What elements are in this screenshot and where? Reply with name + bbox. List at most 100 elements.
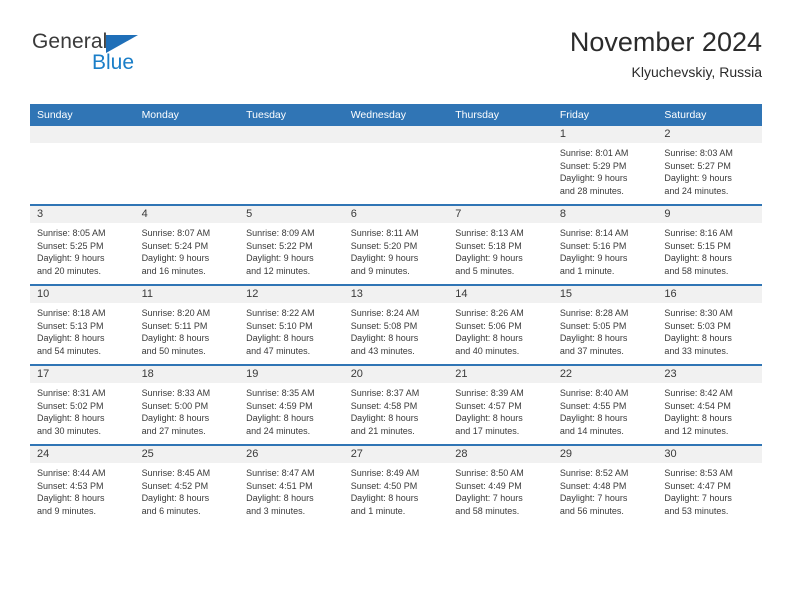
calendar-day-cell[interactable]: 23 Sunrise: 8:42 AM Sunset: 4:54 PM Dayligh… bbox=[657, 364, 762, 445]
calendar-day-cell[interactable]: 14 Sunrise: 8:26 AM Sunset: 5:06 PM Dayligh… bbox=[448, 284, 553, 365]
calendar-day-cell[interactable]: 20 Sunrise: 8:37 AM Sunset: 4:58 PM Dayligh… bbox=[343, 364, 449, 445]
day-number: 9 bbox=[657, 206, 762, 223]
sunrise-text: Sunrise: 8:52 AM bbox=[559, 468, 629, 478]
calendar-day-cell[interactable]: 3 Sunrise: 8:05 AM Sunset: 5:25 PM Daylight… bbox=[30, 204, 135, 285]
day-details: Sunrise: 8:16 AM Sunset: 5:15 PM Daylight:… bbox=[657, 223, 762, 277]
calendar-day-cell[interactable]: 26 Sunrise: 8:47 AM Sunset: 4:51 PM Dayligh… bbox=[239, 444, 344, 524]
calendar-day-cell-empty bbox=[343, 126, 449, 205]
daylight-text-line1: Daylight: 8 hours bbox=[246, 493, 314, 504]
calendar-day-cell[interactable]: 30 Sunrise: 8:53 AM Sunset: 4:47 PM Dayligh… bbox=[657, 444, 762, 524]
daylight-text-line2: and 40 minutes. bbox=[455, 345, 520, 356]
day-number: 1 bbox=[552, 126, 658, 143]
day-details: Sunrise: 8:37 AM Sunset: 4:58 PM Daylight:… bbox=[344, 383, 449, 437]
daylight-text-line1: Daylight: 8 hours bbox=[37, 493, 105, 504]
day-number: 2 bbox=[657, 126, 762, 143]
daylight-text-line2: and 16 minutes. bbox=[141, 265, 206, 276]
calendar-week-row: 3 Sunrise: 8:05 AM Sunset: 5:25 PM Daylight… bbox=[30, 204, 762, 285]
title-block: November 2024 Klyuchevskiy, Russia bbox=[570, 26, 762, 80]
calendar-day-cell[interactable]: 17 Sunrise: 8:31 AM Sunset: 5:02 PM Dayligh… bbox=[30, 364, 135, 445]
day-number bbox=[30, 126, 135, 143]
calendar-day-cell[interactable]: 25 Sunrise: 8:45 AM Sunset: 4:52 PM Dayligh… bbox=[134, 444, 240, 524]
day-details: Sunrise: 8:01 AM Sunset: 5:29 PM Daylight:… bbox=[553, 143, 658, 197]
logo-word-blue: Blue bbox=[92, 51, 135, 74]
daylight-text-line1: Daylight: 8 hours bbox=[455, 333, 523, 344]
calendar-day-cell[interactable]: 15 Sunrise: 8:28 AM Sunset: 5:05 PM Dayligh… bbox=[552, 284, 658, 365]
calendar-day-cell[interactable]: 12 Sunrise: 8:22 AM Sunset: 5:10 PM Dayligh… bbox=[239, 284, 344, 365]
day-number: 29 bbox=[552, 446, 658, 463]
daylight-text-line1: Daylight: 9 hours bbox=[455, 253, 523, 264]
calendar-day-cell-empty bbox=[448, 126, 553, 205]
calendar-day-cell[interactable]: 21 Sunrise: 8:39 AM Sunset: 4:57 PM Dayligh… bbox=[448, 364, 553, 445]
daylight-text-line2: and 56 minutes. bbox=[559, 505, 624, 516]
calendar-week-row: 17 Sunrise: 8:31 AM Sunset: 5:02 PM Dayligh… bbox=[30, 364, 762, 445]
daylight-text-line1: Daylight: 8 hours bbox=[141, 333, 210, 344]
daylight-text-line2: and 9 minutes. bbox=[350, 265, 410, 276]
sunset-text: Sunset: 4:55 PM bbox=[559, 400, 627, 411]
calendar-day-cell[interactable]: 9 Sunrise: 8:16 AM Sunset: 5:15 PM Daylight… bbox=[657, 204, 762, 285]
calendar-day-cell[interactable]: 1 Sunrise: 8:01 AM Sunset: 5:29 PM Daylight… bbox=[552, 126, 658, 205]
calendar-day-cell-empty bbox=[134, 126, 240, 205]
calendar-day-cell[interactable]: 13 Sunrise: 8:24 AM Sunset: 5:08 PM Dayligh… bbox=[343, 284, 449, 365]
calendar-day-cell[interactable]: 6 Sunrise: 8:11 AM Sunset: 5:20 PM Daylight… bbox=[343, 204, 449, 285]
daylight-text-line2: and 37 minutes. bbox=[559, 345, 624, 356]
calendar-day-cell[interactable]: 2 Sunrise: 8:03 AM Sunset: 5:27 PM Daylight… bbox=[657, 126, 762, 205]
sunset-text: Sunset: 5:00 PM bbox=[141, 400, 209, 411]
day-details: Sunrise: 8:14 AM Sunset: 5:16 PM Daylight:… bbox=[553, 223, 658, 277]
daylight-text-line1: Daylight: 9 hours bbox=[559, 253, 628, 264]
daylight-text-line1: Daylight: 7 hours bbox=[455, 493, 523, 504]
calendar-day-cell[interactable]: 24 Sunrise: 8:44 AM Sunset: 4:53 PM Dayligh… bbox=[30, 444, 135, 524]
general-blue-logo[interactable]: General Blue bbox=[30, 30, 230, 86]
day-details: Sunrise: 8:18 AM Sunset: 5:13 PM Daylight:… bbox=[30, 303, 135, 357]
day-details: Sunrise: 8:49 AM Sunset: 4:50 PM Daylight:… bbox=[344, 463, 449, 517]
calendar-day-cell[interactable]: 27 Sunrise: 8:49 AM Sunset: 4:50 PM Dayligh… bbox=[343, 444, 449, 524]
day-number: 12 bbox=[239, 286, 344, 303]
calendar-day-cell[interactable]: 22 Sunrise: 8:40 AM Sunset: 4:55 PM Dayligh… bbox=[552, 364, 658, 445]
sunrise-text: Sunrise: 8:11 AM bbox=[350, 228, 419, 238]
daylight-text-line1: Daylight: 8 hours bbox=[559, 413, 628, 424]
day-number bbox=[343, 126, 449, 143]
day-details: Sunrise: 8:31 AM Sunset: 5:02 PM Daylight:… bbox=[30, 383, 135, 437]
calendar-day-cell[interactable]: 8 Sunrise: 8:14 AM Sunset: 5:16 PM Daylight… bbox=[552, 204, 658, 285]
calendar-day-cell[interactable]: 16 Sunrise: 8:30 AM Sunset: 5:03 PM Dayligh… bbox=[657, 284, 762, 365]
day-details: Sunrise: 8:07 AM Sunset: 5:24 PM Daylight:… bbox=[135, 223, 240, 277]
calendar-day-cell[interactable]: 10 Sunrise: 8:18 AM Sunset: 5:13 PM Dayligh… bbox=[30, 284, 135, 365]
calendar-day-cell[interactable]: 18 Sunrise: 8:33 AM Sunset: 5:00 PM Dayligh… bbox=[134, 364, 240, 445]
day-number: 5 bbox=[239, 206, 344, 223]
calendar-day-cell[interactable]: 11 Sunrise: 8:20 AM Sunset: 5:11 PM Dayligh… bbox=[134, 284, 240, 365]
weekday-header-friday: Friday bbox=[552, 104, 658, 126]
day-number: 11 bbox=[134, 286, 240, 303]
day-number: 14 bbox=[448, 286, 553, 303]
calendar-day-cell[interactable]: 19 Sunrise: 8:35 AM Sunset: 4:59 PM Dayligh… bbox=[239, 364, 344, 445]
sunset-text: Sunset: 4:50 PM bbox=[350, 480, 418, 491]
weekday-header-monday: Monday bbox=[134, 104, 240, 126]
sunset-text: Sunset: 5:03 PM bbox=[664, 320, 731, 331]
calendar-body: 1 Sunrise: 8:01 AM Sunset: 5:29 PM Daylight… bbox=[30, 126, 762, 524]
sunset-text: Sunset: 5:15 PM bbox=[664, 240, 731, 251]
calendar-day-cell[interactable]: 5 Sunrise: 8:09 AM Sunset: 5:22 PM Daylight… bbox=[239, 204, 344, 285]
daylight-text-line2: and 58 minutes. bbox=[455, 505, 520, 516]
sunrise-text: Sunrise: 8:09 AM bbox=[246, 228, 315, 238]
day-details: Sunrise: 8:33 AM Sunset: 5:00 PM Daylight:… bbox=[135, 383, 240, 437]
day-details: Sunrise: 8:53 AM Sunset: 4:47 PM Daylight:… bbox=[657, 463, 762, 517]
day-details: Sunrise: 8:42 AM Sunset: 4:54 PM Daylight:… bbox=[657, 383, 762, 437]
calendar-day-cell[interactable]: 29 Sunrise: 8:52 AM Sunset: 4:48 PM Dayligh… bbox=[552, 444, 658, 524]
calendar-day-cell[interactable]: 28 Sunrise: 8:50 AM Sunset: 4:49 PM Dayligh… bbox=[448, 444, 553, 524]
daylight-text-line2: and 30 minutes. bbox=[37, 425, 102, 436]
calendar-day-cell[interactable]: 4 Sunrise: 8:07 AM Sunset: 5:24 PM Daylight… bbox=[134, 204, 240, 285]
day-details: Sunrise: 8:47 AM Sunset: 4:51 PM Daylight:… bbox=[239, 463, 344, 517]
sunrise-text: Sunrise: 8:44 AM bbox=[37, 468, 106, 478]
calendar-header-row: Sunday Monday Tuesday Wednesday Thursday… bbox=[30, 104, 762, 126]
day-number: 18 bbox=[134, 366, 240, 383]
sunrise-text: Sunrise: 8:07 AM bbox=[141, 228, 211, 238]
day-details: Sunrise: 8:30 AM Sunset: 5:03 PM Daylight:… bbox=[657, 303, 762, 357]
sunrise-text: Sunrise: 8:31 AM bbox=[37, 388, 106, 398]
calendar-day-cell[interactable]: 7 Sunrise: 8:13 AM Sunset: 5:18 PM Daylight… bbox=[448, 204, 553, 285]
sunset-text: Sunset: 5:24 PM bbox=[141, 240, 209, 251]
daylight-text-line2: and 1 minute. bbox=[559, 265, 615, 276]
day-number: 3 bbox=[30, 206, 135, 223]
day-details: Sunrise: 8:45 AM Sunset: 4:52 PM Daylight:… bbox=[135, 463, 240, 517]
day-details: Sunrise: 8:11 AM Sunset: 5:20 PM Daylight:… bbox=[344, 223, 449, 277]
sunrise-text: Sunrise: 8:35 AM bbox=[246, 388, 315, 398]
sunset-text: Sunset: 4:53 PM bbox=[37, 480, 104, 491]
daylight-text-line1: Daylight: 8 hours bbox=[455, 413, 523, 424]
